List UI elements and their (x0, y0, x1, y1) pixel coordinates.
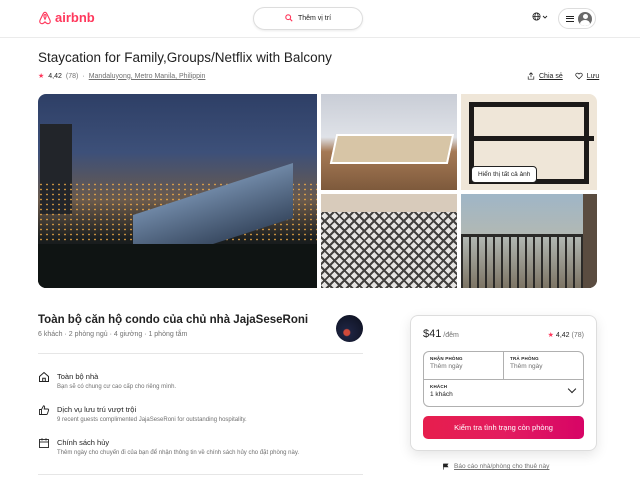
host-details: 6 khách · 2 phòng ngủ · 4 giường · 1 phò… (38, 331, 188, 338)
flag-icon (443, 463, 449, 470)
feature-description: Bạn sẽ có chung cư cao cấp cho riêng mìn… (57, 384, 177, 390)
home-icon (39, 371, 49, 382)
card-rating-value: 4,42 (555, 331, 570, 339)
check-availability-button[interactable]: Kiểm tra tình trạng còn phòng (423, 416, 584, 439)
meta-separator: · (82, 72, 85, 80)
photo-city-night-view[interactable] (38, 94, 317, 288)
date-guest-picker: NHẬN PHÒNG Thêm ngày TRẢ PHÒNG Thêm ngày… (423, 351, 584, 407)
user-menu-button[interactable] (558, 8, 596, 29)
feature-description: Thêm ngày cho chuyến đi của bạn để nhận … (57, 450, 300, 456)
listing-meta: ★ 4,42 (78) · Mandaluyong, Metro Manila,… (38, 72, 206, 81)
heart-icon (575, 72, 583, 80)
listing-actions: Chia sẻ Lưu (527, 72, 599, 80)
share-label: Chia sẻ (539, 72, 563, 80)
booking-card: $41 /đêm ★ 4,42 (78) NHẬN PHÒNG Thêm ngà… (410, 315, 597, 451)
feature-title: Dịch vụ lưu trú vượt trội (57, 405, 137, 414)
top-header: airbnb Thêm vị trí (0, 0, 640, 38)
checkout-field[interactable]: TRẢ PHÒNG Thêm ngày (504, 352, 583, 380)
calendar-icon (39, 438, 49, 448)
checkout-label: TRẢ PHÒNG (510, 356, 539, 361)
feature-title: Toàn bộ nhà (57, 372, 99, 381)
user-avatar-icon (578, 11, 592, 26)
star-icon: ★ (547, 332, 554, 339)
photo-detail (583, 194, 597, 288)
show-all-photos-button[interactable]: Hiển thị tất cả ảnh (471, 166, 538, 183)
photo-dining-table[interactable] (321, 94, 457, 190)
listing-reviews[interactable]: (78) (66, 73, 78, 80)
feature-description: 9 recent guests complimented JajaSeseRon… (57, 417, 247, 423)
section-divider (38, 474, 363, 475)
report-label: Báo cáo nhà/phòng cho thuê này (454, 463, 550, 470)
save-button[interactable]: Lưu (575, 72, 599, 80)
airbnb-logo[interactable]: airbnb (38, 10, 95, 25)
photo-detail (329, 134, 455, 164)
listing-title: Staycation for Family,Groups/Netflix wit… (38, 50, 332, 65)
checkout-value: Thêm ngày (510, 363, 543, 370)
listing-rating: 4,42 (48, 72, 62, 80)
share-icon (527, 72, 535, 80)
photo-detail (321, 212, 457, 288)
airbnb-logo-icon (39, 11, 51, 24)
language-selector[interactable] (532, 12, 548, 21)
card-rating: ★ 4,42 (78) (547, 331, 584, 340)
globe-icon (532, 12, 541, 21)
star-icon: ★ (38, 73, 45, 80)
thumbs-up-icon (39, 405, 50, 415)
photo-detail (38, 244, 317, 288)
chevron-down-icon (542, 15, 548, 19)
price-unit: /đêm (441, 332, 459, 339)
guests-value: 1 khách (430, 391, 453, 398)
share-button[interactable]: Chia sẻ (527, 72, 563, 80)
search-icon (285, 13, 293, 24)
guests-label: KHÁCH (430, 384, 448, 389)
checkin-value: Thêm ngày (430, 363, 463, 370)
search-placeholder: Thêm vị trí (297, 15, 332, 22)
feature-title: Chính sách hủy (57, 438, 110, 447)
price-amount: $41 (423, 328, 442, 340)
card-reviews[interactable]: (78) (572, 332, 584, 339)
section-divider (38, 353, 363, 354)
listing-location[interactable]: Mandaluyong, Metro Manila, Philippin (89, 73, 206, 80)
brand-name: airbnb (55, 10, 95, 25)
photo-balcony[interactable] (461, 194, 597, 288)
host-avatar[interactable] (336, 315, 363, 342)
menu-icon (566, 15, 574, 22)
photo-detail (461, 234, 597, 288)
photo-gallery (38, 94, 597, 288)
save-label: Lưu (586, 72, 600, 80)
photo-detail (469, 136, 594, 141)
photo-bedroom[interactable] (321, 194, 457, 288)
checkin-field[interactable]: NHẬN PHÒNG Thêm ngày (424, 352, 504, 380)
checkin-label: NHẬN PHÒNG (430, 356, 463, 361)
search-bar[interactable]: Thêm vị trí (253, 7, 363, 30)
report-listing-link[interactable]: Báo cáo nhà/phòng cho thuê này (442, 463, 549, 470)
host-title: Toàn bộ căn hộ condo của chủ nhà JajaSes… (38, 314, 309, 326)
guests-selector[interactable]: KHÁCH 1 khách (424, 380, 583, 407)
nightly-price: $41 /đêm (423, 328, 459, 340)
